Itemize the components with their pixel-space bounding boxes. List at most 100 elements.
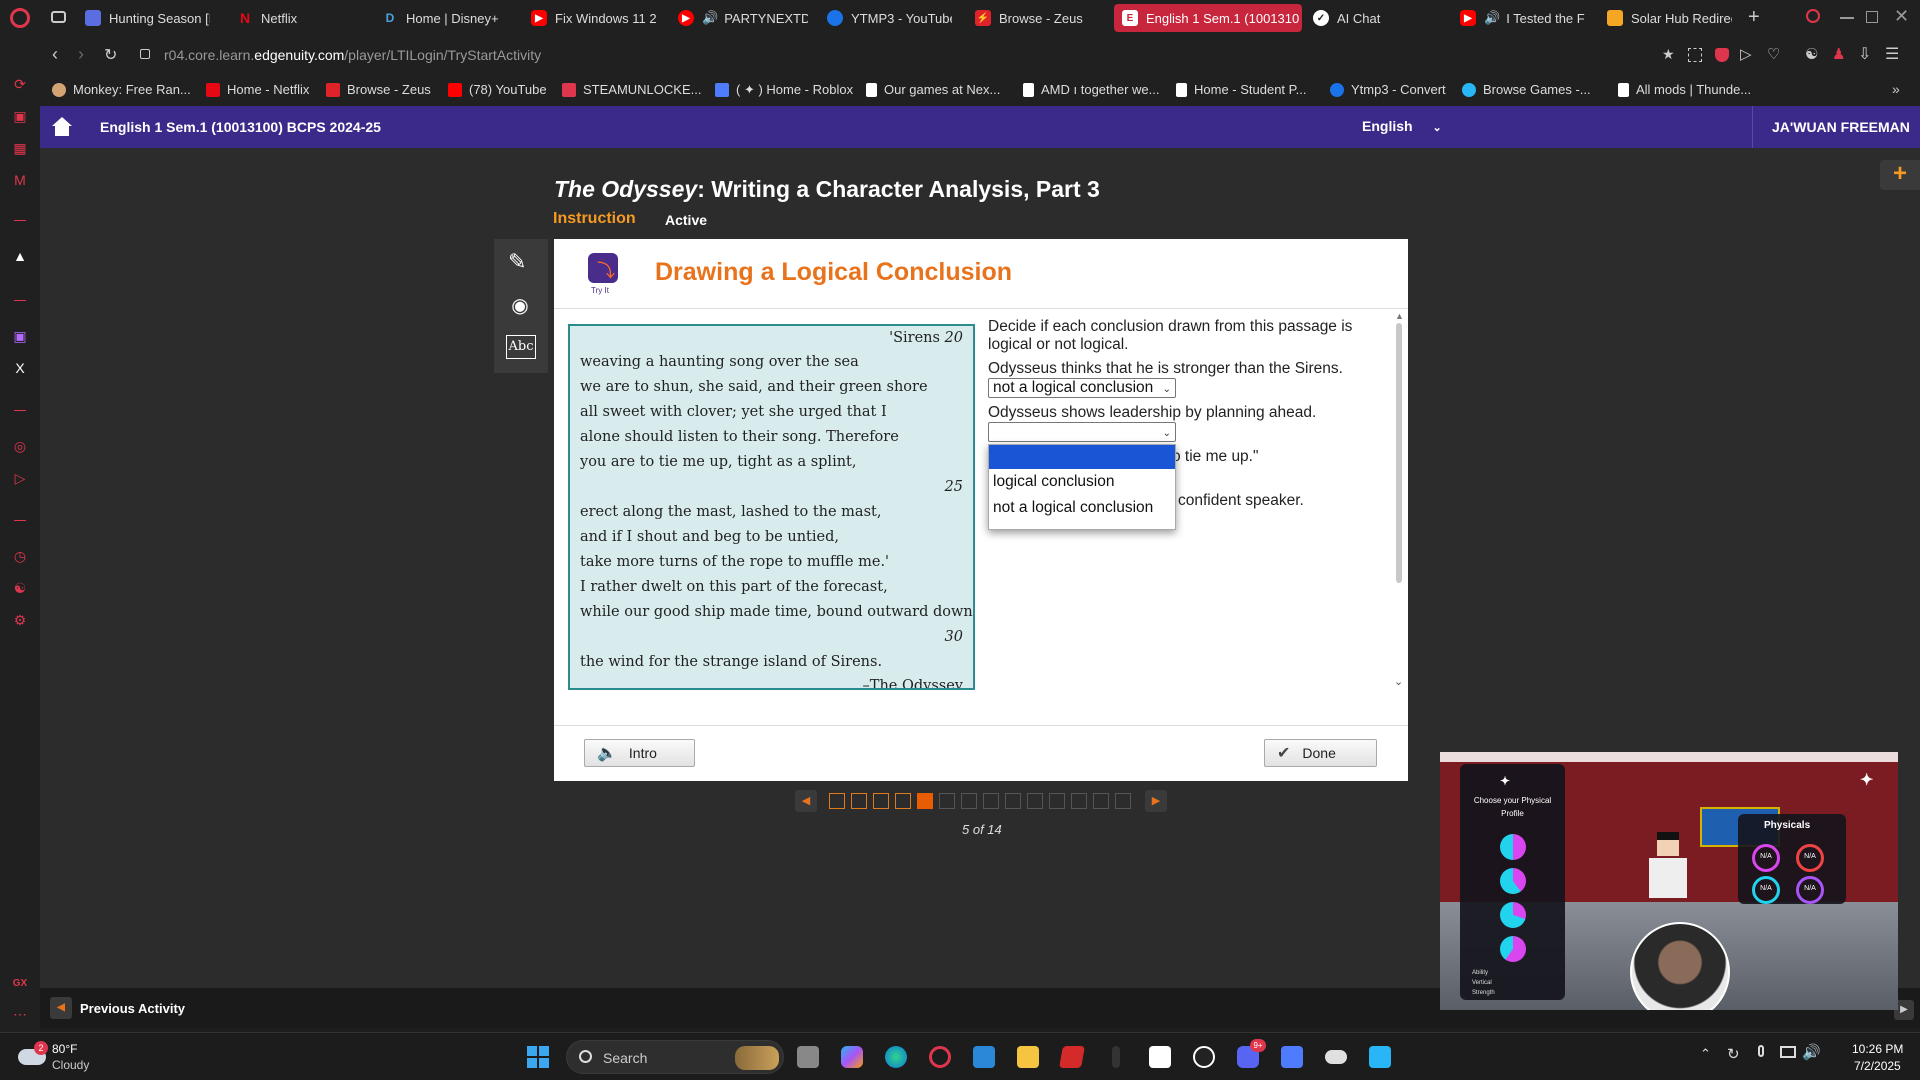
tab-fix-windows[interactable]: ▶ Fix Windows 11 24 — [531, 4, 656, 32]
page-square-3[interactable] — [873, 793, 889, 809]
network-icon[interactable] — [1780, 1046, 1796, 1058]
bookmark-amd[interactable]: AMD ı together we... — [1023, 82, 1160, 97]
volume-icon[interactable]: 🔊 — [1802, 1043, 1821, 1061]
pager-next-button[interactable]: ▶ — [1145, 790, 1167, 812]
g-hub-icon[interactable] — [1193, 1046, 1215, 1068]
tab-ai-chat[interactable]: ✓ AI Chat — [1313, 4, 1423, 32]
page-square-11[interactable] — [1049, 793, 1065, 809]
bookmark-browse-games[interactable]: Browse Games -... — [1462, 82, 1591, 97]
bookmark-zeus[interactable]: Browse - Zeus — [326, 82, 431, 97]
bookmark-netflix[interactable]: Home - Netflix — [206, 82, 309, 97]
search-tabs-icon[interactable] — [1806, 9, 1820, 23]
new-tab-plus-icon[interactable]: + — [1748, 6, 1760, 29]
minimize-window-icon[interactable] — [1840, 17, 1854, 19]
tab-browse-zeus[interactable]: ⚡ Browse - Zeus — [975, 4, 1095, 32]
headphones-icon[interactable]: ◉ — [508, 293, 532, 317]
store-icon[interactable] — [973, 1046, 995, 1068]
question-1-select[interactable]: not a logical conclusion ⌄ — [988, 378, 1176, 398]
vpn-shield-icon[interactable] — [1715, 48, 1729, 62]
player-icon[interactable]: ◎ — [12, 438, 28, 454]
scrollbar-down-icon[interactable]: ⌄ — [1394, 675, 1403, 688]
bookmark-thunderstore[interactable]: All mods | Thunde... — [1618, 82, 1751, 97]
restore-window-icon[interactable] — [1866, 11, 1878, 23]
play-icon[interactable]: ▷ — [12, 470, 28, 486]
aria-icon[interactable]: ▲ — [12, 248, 28, 264]
page-square-1[interactable] — [829, 793, 845, 809]
profile-option-icon[interactable] — [1500, 902, 1526, 928]
file-explorer-icon[interactable] — [1017, 1046, 1039, 1068]
page-square-2[interactable] — [851, 793, 867, 809]
download-icon[interactable]: ⇩ — [1858, 44, 1871, 64]
close-window-icon[interactable]: ✕ — [1894, 6, 1909, 27]
settings-gear-icon[interactable]: ⚙ — [12, 612, 28, 628]
notepad-icon[interactable] — [1369, 1046, 1391, 1068]
weather-widget[interactable]: 2 80°F Cloudy — [18, 1041, 128, 1075]
tab-netflix[interactable]: N Netflix — [237, 4, 317, 32]
page-square-6[interactable] — [939, 793, 955, 809]
bookmark-pin-icon[interactable]: ★ — [1662, 46, 1675, 63]
clock-date[interactable]: 7/2/2025 — [1854, 1059, 1901, 1073]
snapshot-icon[interactable] — [1688, 48, 1702, 62]
tab-hunting-season[interactable]: Hunting Season [E — [85, 4, 210, 32]
reload-icon[interactable]: ↻ — [104, 45, 117, 65]
capcut-icon[interactable] — [1149, 1046, 1171, 1068]
twitch-icon[interactable]: ▣ — [12, 328, 28, 344]
tab-instruction[interactable]: Instruction — [553, 210, 636, 228]
bookmark-monkey[interactable]: Monkey: Free Ran... — [52, 82, 191, 97]
tab-disney[interactable]: D Home | Disney+ — [382, 4, 507, 32]
profile-icon[interactable]: ♟ — [1832, 45, 1845, 63]
send-icon[interactable]: ▷ — [1740, 45, 1752, 63]
extensions-icon[interactable]: ☯ — [12, 580, 28, 596]
tab-i-tested[interactable]: ▶ 🔊 I Tested the F — [1460, 4, 1585, 32]
heart-icon[interactable]: ♡ — [1767, 45, 1780, 63]
clock-time[interactable]: 10:26 PM — [1852, 1042, 1903, 1056]
language-select[interactable]: English ⌄ — [1362, 118, 1442, 134]
show-hidden-icons-icon[interactable]: ⌃ — [1700, 1046, 1711, 1062]
bookmark-ytmp3[interactable]: Ytmp3 - Convert — [1330, 82, 1446, 97]
roblox-icon[interactable] — [1281, 1046, 1303, 1068]
page-square-7[interactable] — [961, 793, 977, 809]
more-bookmarks-icon[interactable]: » — [1892, 81, 1900, 97]
question-2-select[interactable]: ⌄ — [988, 422, 1176, 442]
windows-start-icon[interactable] — [527, 1046, 549, 1068]
gmail-icon[interactable]: M — [12, 172, 28, 188]
sync-icon[interactable]: ↻ — [1727, 1045, 1740, 1063]
roblox-studio-icon[interactable] — [1059, 1046, 1085, 1068]
pencil-icon[interactable]: ✎ — [508, 249, 532, 274]
expand-plus-button[interactable]: + — [1880, 160, 1920, 190]
pager-prev-button[interactable]: ◀ — [795, 790, 817, 812]
bookmark-nex[interactable]: Our games at Nex... — [866, 82, 1000, 97]
user-name[interactable]: JA'WUAN FREEMAN — [1772, 119, 1910, 135]
tab-ytmp3[interactable]: YTMP3 - YouTube — [827, 4, 952, 32]
intro-button[interactable]: 🔈 Intro — [584, 739, 695, 767]
bookmark-youtube[interactable]: (78) YouTube — [448, 82, 547, 97]
tab-switcher-icon[interactable] — [51, 11, 66, 23]
page-square-5[interactable] — [917, 793, 933, 809]
easy-setup-icon[interactable]: ☰ — [1885, 44, 1899, 64]
home-icon[interactable] — [52, 117, 72, 126]
more-icon[interactable]: ⋯ — [12, 1006, 28, 1022]
dropdown-option-blank[interactable] — [989, 445, 1175, 469]
profile-option-icon[interactable] — [1500, 834, 1526, 860]
page-square-9[interactable] — [1005, 793, 1021, 809]
profile-option-icon[interactable] — [1500, 936, 1526, 962]
edge-icon[interactable] — [885, 1046, 907, 1068]
x-twitter-icon[interactable]: X — [12, 360, 28, 376]
puzzle-extensions-icon[interactable]: ☯ — [1805, 45, 1818, 63]
dropdown-option-not-logical[interactable]: not a logical conclusion — [989, 495, 1175, 521]
page-square-12[interactable] — [1071, 793, 1087, 809]
opera-gx-taskbar-icon[interactable] — [929, 1046, 951, 1068]
page-square-13[interactable] — [1093, 793, 1109, 809]
microphone-icon[interactable] — [1758, 1045, 1764, 1057]
tab-edgenuity-active[interactable]: E English 1 Sem.1 (1001310 — [1114, 4, 1302, 32]
dictionary-icon[interactable]: Abc — [506, 335, 536, 359]
bookmark-student-portal[interactable]: Home - Student P... — [1176, 82, 1307, 97]
onedrive-icon[interactable] — [1325, 1050, 1347, 1064]
tab-partynextdoor[interactable]: ▶ 🔊 PARTYNEXTD — [678, 4, 808, 32]
url-field[interactable]: r04.core.learn.edgenuity.com/player/LTIL… — [164, 47, 541, 63]
task-view-icon[interactable] — [797, 1046, 819, 1068]
stream-overlay-video[interactable]: ✦ Choose your Physical Profile Ability V… — [1440, 752, 1898, 1010]
game-icon[interactable]: ▦ — [12, 140, 28, 156]
profile-option-icon[interactable] — [1500, 868, 1526, 894]
opera-logo-icon[interactable] — [10, 8, 30, 28]
